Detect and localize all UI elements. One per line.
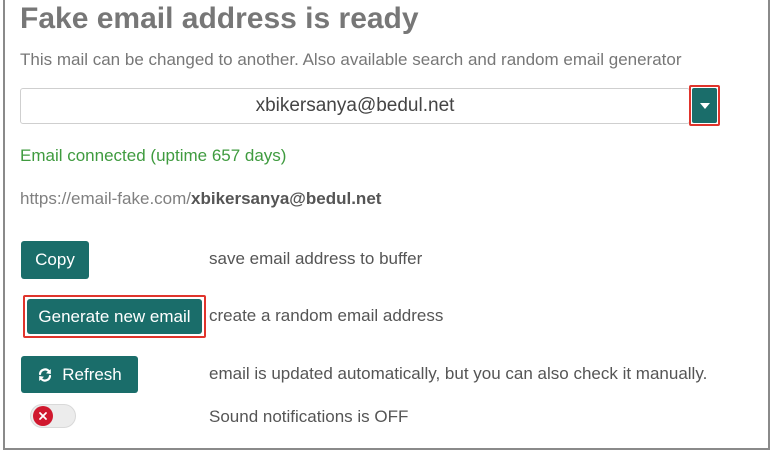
refresh-icon [39,367,52,382]
generate-description: create a random email address [209,306,444,325]
sound-description: Sound notifications is OFF [209,407,409,426]
mailbox-link-address: xbikersanya@bedul.net [191,189,382,208]
refresh-button-label: Refresh [62,364,122,384]
copy-description: save email address to buffer [209,249,423,268]
close-icon [39,412,47,420]
connection-status: Email connected (uptime 657 days) [20,146,287,165]
email-address-text: xbikersanya@bedul.net [255,95,455,116]
mailbox-link-prefix: https://email-fake.com/ [20,189,192,208]
email-address-field[interactable]: xbikersanya@bedul.net [20,88,690,124]
page-title: Fake email address is ready [20,2,419,35]
generate-highlight: Generate new email [23,295,206,338]
mailbox-link[interactable]: https://email-fake.com/xbikersanya@bedul… [20,189,381,209]
refresh-button[interactable]: Refresh [21,356,138,393]
caret-down-icon [699,102,710,109]
email-dropdown-button[interactable] [692,88,717,123]
dropdown-highlight [689,85,720,126]
generate-new-email-button[interactable]: Generate new email [27,299,202,334]
refresh-description: email is updated automatically, but you … [209,364,708,383]
copy-button[interactable]: Copy [21,241,89,279]
sound-notifications-toggle[interactable] [30,404,76,428]
toggle-off-knob [33,406,53,426]
page-subtitle: This mail can be changed to another. Als… [20,50,682,69]
email-panel: Fake email address is ready This mail ca… [3,0,770,450]
